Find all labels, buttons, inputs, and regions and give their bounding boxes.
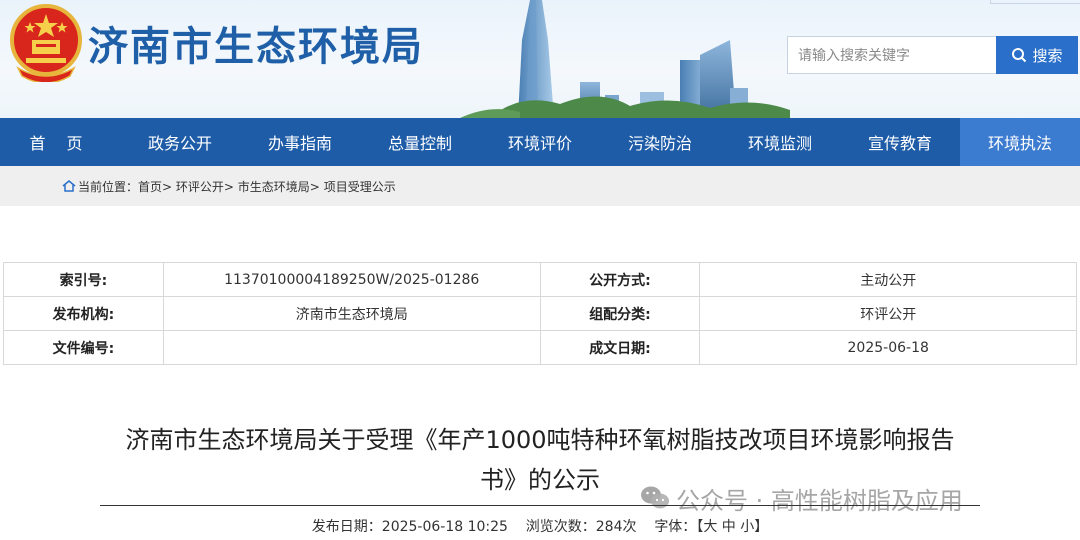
breadcrumb-item-home[interactable]: 首页> — [138, 178, 172, 195]
publisher-value: 济南市生态环境局 — [162, 296, 541, 331]
search-placeholder: 请输入搜索关键字 — [798, 48, 910, 64]
search-button-label: 搜索 — [1032, 46, 1063, 65]
font-bracket-close: 】 — [754, 519, 769, 535]
publish-mode-value: 主动公开 — [699, 262, 1077, 297]
nav-item-service-guide[interactable]: 办事指南 — [240, 118, 360, 166]
publisher-label: 发布机构: — [3, 296, 164, 331]
nav-item-publicity-education[interactable]: 宣传教育 — [840, 118, 960, 166]
article-title-line-1: 济南市生态环境局关于受理《年产1000吨特种环氧树脂技改项目环境影响报告 — [125, 426, 955, 454]
font-size-medium-button[interactable]: 中 — [722, 519, 736, 535]
search-icon — [1012, 48, 1027, 63]
nav-item-pollution-prevention[interactable]: 污染防治 — [600, 118, 720, 166]
wechat-watermark: 公众号 · 高性能树脂及应用 — [640, 480, 963, 516]
header-banner: 济南市生态环境局 请输入搜索关键字 搜索 — [0, 0, 1080, 118]
search-button[interactable]: 搜索 — [996, 36, 1078, 74]
doc-number-value — [162, 330, 541, 365]
top-corner-decoration — [990, 0, 1080, 4]
table-row: 发布机构: 济南市生态环境局 组配分类: 环评公开 — [3, 296, 1077, 331]
font-size-small-button[interactable]: 小 — [740, 519, 754, 535]
index-value: 11370100004189250W/2025-01286 — [162, 262, 541, 297]
view-count-label: 浏览次数： — [525, 519, 596, 535]
nav-item-environmental-assessment[interactable]: 环境评价 — [480, 118, 600, 166]
article-meta: 发布日期：2025-06-18 10:25 浏览次数：284次 字体：【大 中 … — [0, 516, 1080, 536]
nav-item-total-control[interactable]: 总量控制 — [360, 118, 480, 166]
breadcrumb-prefix: 当前位置： — [78, 179, 139, 194]
title-divider — [100, 505, 980, 506]
nav-item-government-affairs[interactable]: 政务公开 — [120, 118, 240, 166]
index-label: 索引号: — [3, 262, 164, 297]
nav-item-law-enforcement[interactable]: 环境执法 — [960, 118, 1080, 166]
nav-item-home[interactable]: 首 页 — [0, 118, 120, 166]
national-emblem-icon — [10, 4, 82, 82]
breadcrumb: 当前位置： 首页> 环评公开> 市生态环境局> 项目受理公示 — [0, 166, 1080, 206]
breadcrumb-item-project-acceptance[interactable]: 项目受理公示 — [324, 178, 396, 195]
breadcrumb-item-eia-disclosure[interactable]: 环评公开> — [176, 178, 234, 195]
publish-date-value: 2025-06-18 10:25 — [381, 519, 508, 535]
table-row: 索引号: 11370100004189250W/2025-01286 公开方式:… — [3, 262, 1077, 297]
doc-number-label: 文件编号: — [3, 330, 164, 365]
watermark-text: 公众号 · 高性能树脂及应用 — [676, 486, 963, 515]
document-info-table: 索引号: 11370100004189250W/2025-01286 公开方式:… — [3, 262, 1077, 365]
publish-date-label: 发布日期： — [311, 519, 382, 535]
table-row: 文件编号: 成文日期: 2025-06-18 — [3, 330, 1077, 365]
category-value: 环评公开 — [699, 296, 1077, 331]
search-input[interactable]: 请输入搜索关键字 — [787, 36, 997, 74]
issue-date-value: 2025-06-18 — [699, 330, 1077, 365]
breadcrumb-item-city-bureau[interactable]: 市生态环境局> — [238, 178, 320, 195]
main-nav: 首 页 政务公开 办事指南 总量控制 环境评价 污染防治 环境监测 宣传教育 环… — [0, 118, 1080, 166]
site-title[interactable]: 济南市生态环境局 — [88, 14, 424, 72]
issue-date-label: 成文日期: — [539, 330, 701, 365]
publish-mode-label: 公开方式: — [539, 262, 701, 297]
home-icon — [62, 180, 76, 192]
font-size-large-button[interactable]: 大 — [703, 519, 717, 535]
nav-item-environmental-monitoring[interactable]: 环境监测 — [720, 118, 840, 166]
category-label: 组配分类: — [539, 296, 701, 331]
view-count-value: 284次 — [595, 519, 637, 535]
wechat-icon — [641, 486, 669, 509]
font-size-label: 字体： — [654, 519, 697, 535]
